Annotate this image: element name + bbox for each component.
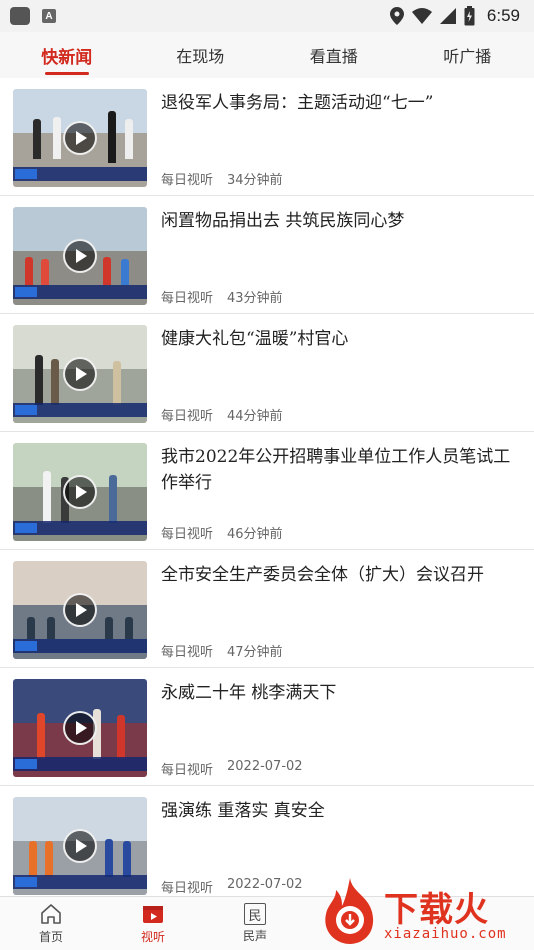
news-title: 闲置物品捐出去 共筑民族同心梦 [161,211,405,231]
news-item[interactable]: 永威二十年 桃李满天下 每日视听 2022-07-02 [0,668,534,786]
nav-home[interactable]: 首页 [0,897,102,950]
watermark: 下载火 xiazaihuo.com [318,876,532,948]
play-icon [63,593,97,627]
play-icon [63,475,97,509]
news-source: 每日视听 [161,881,214,896]
min-icon: 民 [244,903,266,925]
news-title: 健康大礼包“温暖”村官心 [161,329,349,349]
news-title: 全市安全生产委员会全体（扩大）会议召开 [161,565,484,585]
video-thumbnail[interactable] [13,561,147,659]
tab-label: 看直播 [309,47,358,66]
news-source: 每日视听 [161,173,214,188]
play-icon [63,711,97,745]
news-title: 永威二十年 桃李满天下 [161,683,337,703]
video-thumbnail[interactable] [13,207,147,305]
min-glyph: 民 [248,908,262,924]
wifi-icon [411,8,432,24]
play-icon [63,239,97,273]
play-icon [63,121,97,155]
news-source: 每日视听 [161,527,214,542]
tab-label: 在现场 [176,47,225,66]
news-source: 每日视听 [161,645,214,660]
home-icon [41,904,61,924]
news-item[interactable]: 退役军人事务局：主题活动迎“七一” 每日视听 34分钟前 [0,78,534,196]
tab-zaixianchang[interactable]: 在现场 [134,32,268,78]
video-thumbnail[interactable] [13,325,147,423]
video-thumbnail[interactable] [13,443,147,541]
news-time: 43分钟前 [227,291,283,306]
status-bar: A 6:59 [0,0,534,32]
nav-label: 民声 [242,929,267,943]
tab-kuaixinwen[interactable]: 快新闻 [0,32,134,78]
tab-label: 快新闻 [41,47,93,68]
category-tabs: 快新闻 在现场 看直播 听广播 [0,32,534,78]
news-time: 34分钟前 [227,173,283,188]
tab-tingguangbo[interactable]: 听广播 [401,32,534,78]
news-source: 每日视听 [161,409,214,424]
play-icon [63,829,97,863]
news-time: 47分钟前 [227,645,283,660]
news-title: 强演练 重落实 真安全 [161,801,325,821]
a-notification-icon: A [42,9,56,23]
signal-icon [439,8,456,24]
news-source: 每日视听 [161,291,214,306]
news-list: 退役军人事务局：主题活动迎“七一” 每日视听 34分钟前 闲置物品捐出去 共筑民族… [0,78,534,896]
news-source: 每日视听 [161,763,214,778]
tab-kanzhibo[interactable]: 看直播 [267,32,401,78]
video-thumbnail[interactable] [13,679,147,777]
news-item[interactable]: 我市2022年公开招聘事业单位工作人员笔试工作举行 每日视听 46分钟前 [0,432,534,550]
news-item[interactable]: 闲置物品捐出去 共筑民族同心梦 每日视听 43分钟前 [0,196,534,314]
flame-logo-icon [325,878,374,944]
nav-label: 视听 [140,930,165,944]
news-title: 退役军人事务局：主题活动迎“七一” [161,93,434,113]
news-time: 46分钟前 [227,527,283,542]
app-notification-icon [10,7,30,25]
news-item[interactable]: 健康大礼包“温暖”村官心 每日视听 44分钟前 [0,314,534,432]
location-icon [389,7,404,25]
nav-minsheng[interactable]: 民 民声 [204,897,306,950]
news-item[interactable]: 全市安全生产委员会全体（扩大）会议召开 每日视听 47分钟前 [0,550,534,668]
nav-label: 首页 [38,930,63,944]
battery-icon [464,6,475,26]
video-thumbnail[interactable] [13,797,147,895]
clock: 6:59 [486,6,520,25]
tab-label: 听广播 [443,47,492,66]
video-thumbnail[interactable] [13,89,147,187]
nav-video[interactable]: 视听 [102,897,204,950]
news-time: 2022-07-02 [227,877,303,892]
video-icon [143,906,163,923]
news-time: 44分钟前 [227,409,283,424]
watermark-url: xiazaihuo.com [384,926,507,942]
play-icon [63,357,97,391]
watermark-text: 下载火 [384,890,489,930]
news-title: 我市2022年公开招聘事业单位工作人员笔试工作举行 [161,447,511,493]
news-time: 2022-07-02 [227,759,303,774]
